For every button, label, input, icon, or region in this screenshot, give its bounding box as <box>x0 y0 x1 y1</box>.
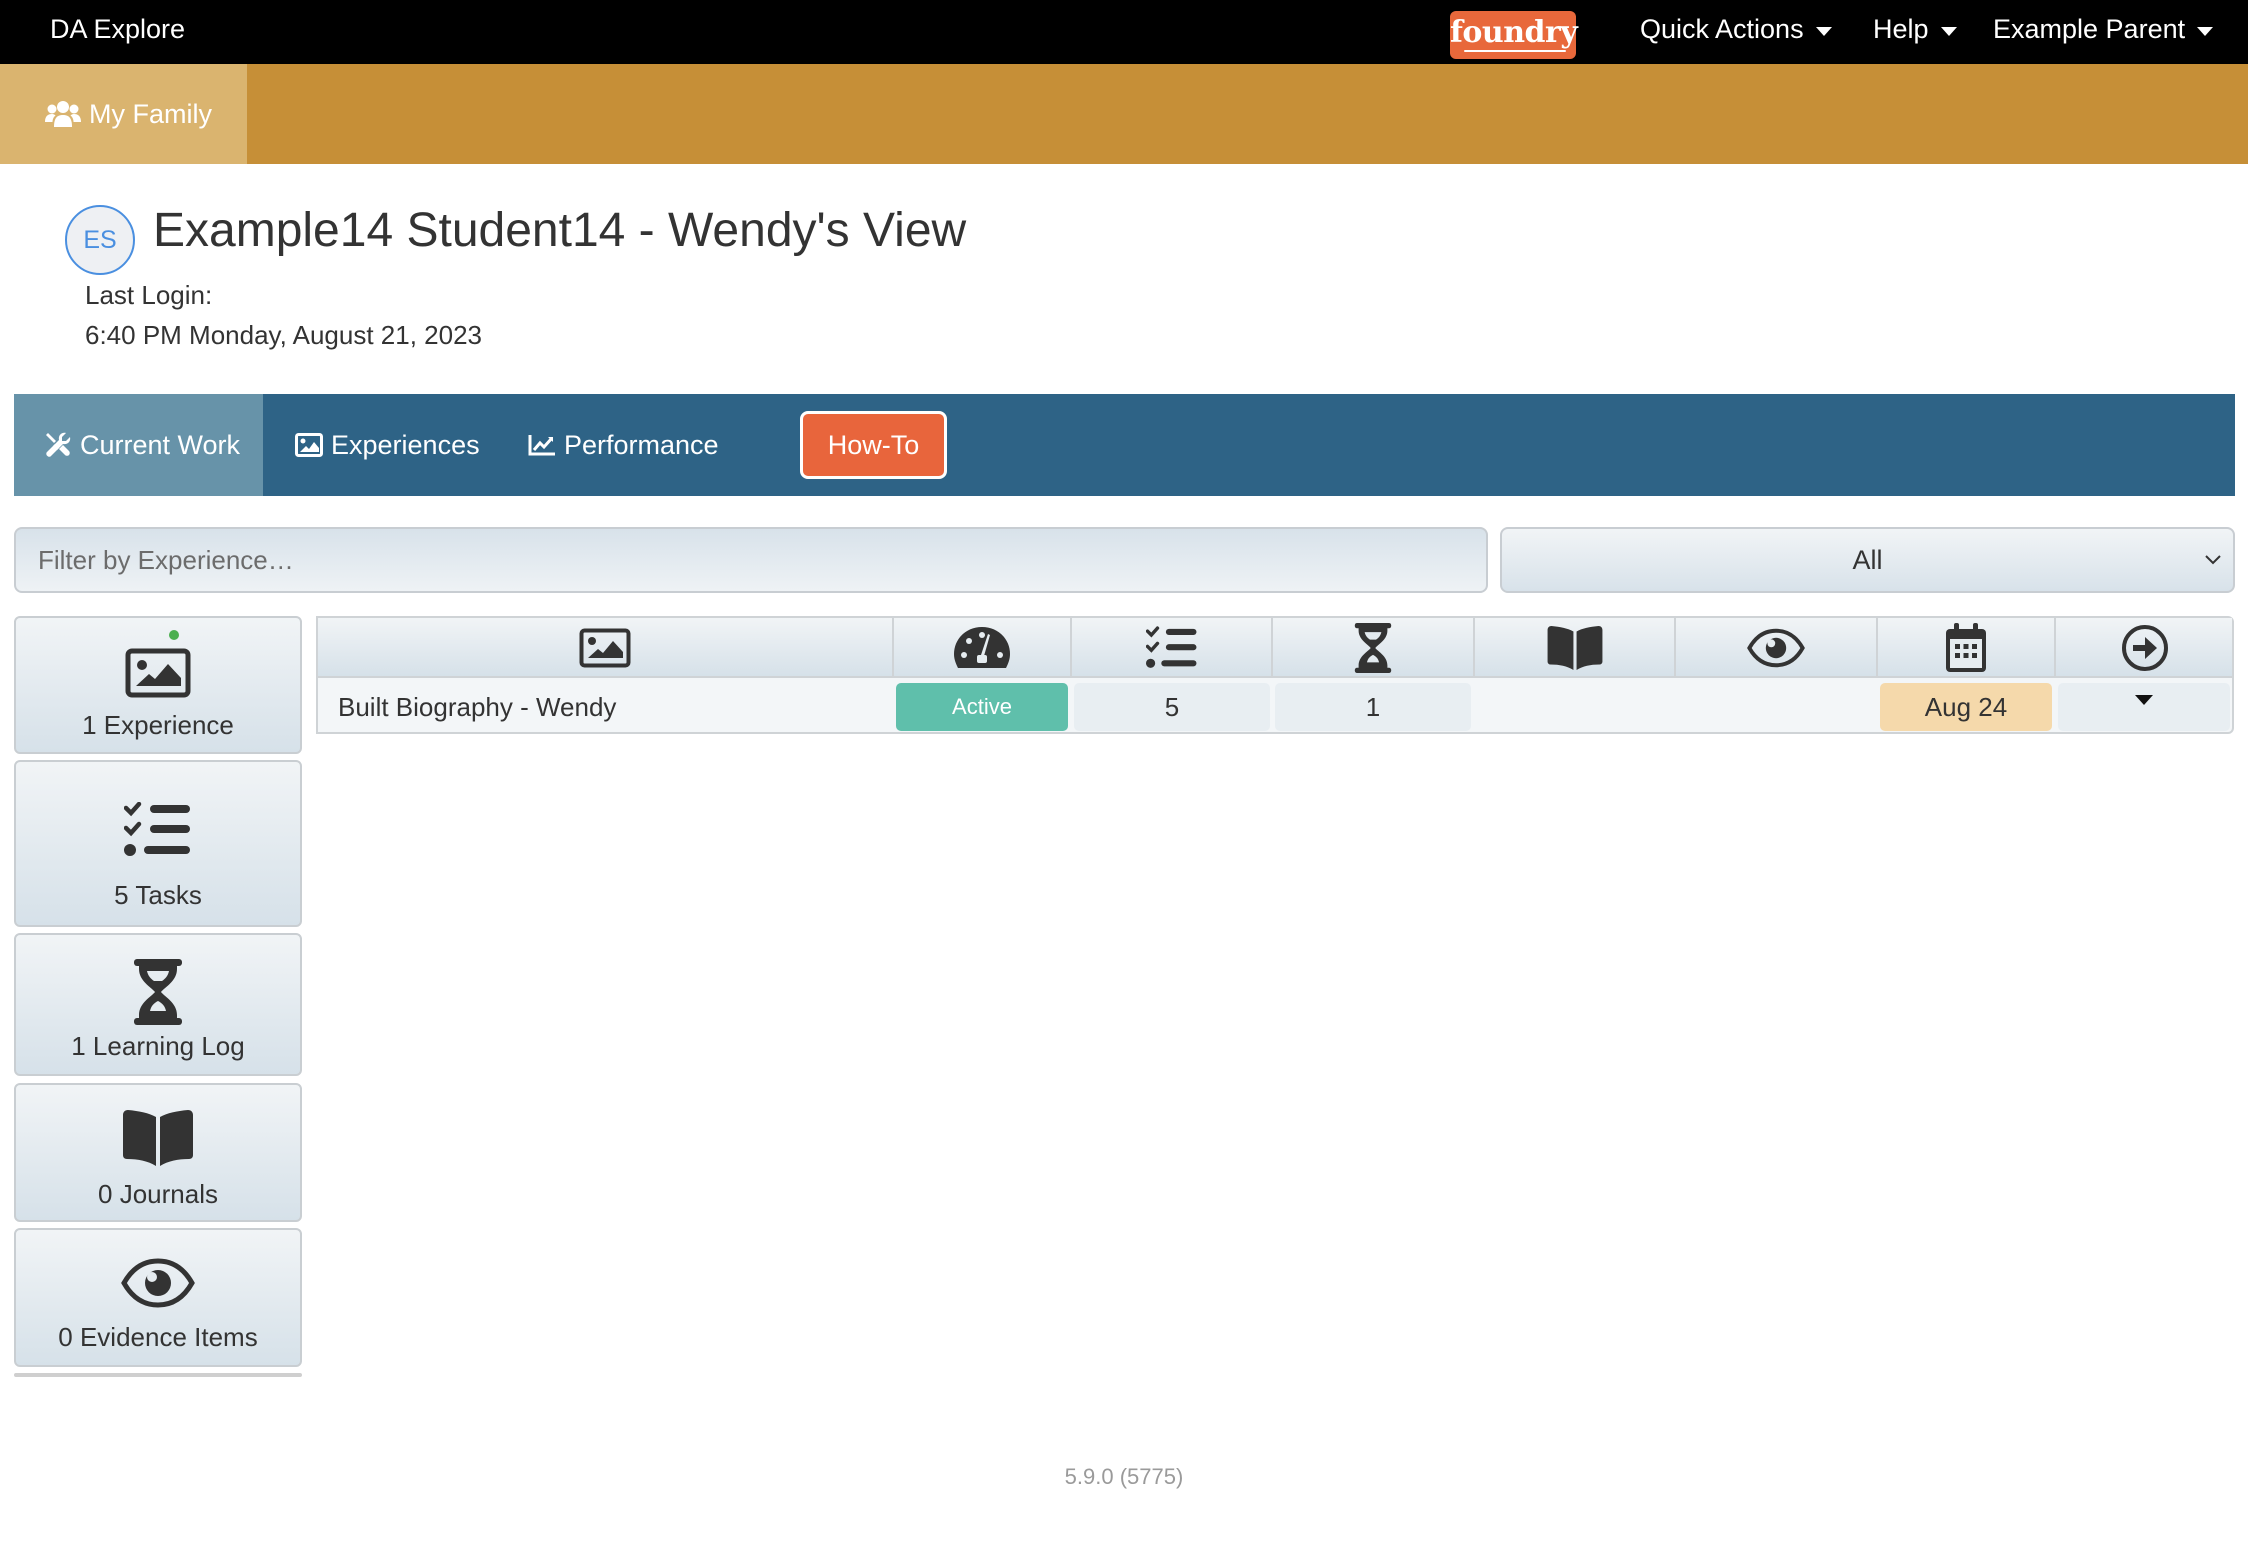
family-navbar: My Family <box>0 64 2248 164</box>
tile-label: 0 Journals <box>98 1179 218 1209</box>
hourglass-icon <box>133 959 183 1025</box>
status-filter-value: All <box>1852 544 1883 575</box>
column-header-learning-logs[interactable] <box>1273 618 1475 678</box>
top-navbar: DA Explore foundry Quick Actions Help Ex… <box>0 0 2248 64</box>
hourglass-icon <box>1354 623 1392 673</box>
user-menu-label: Example Parent <box>1993 14 2186 44</box>
tab-experiences-label: Experiences <box>331 429 480 460</box>
tile-label: 0 Evidence Items <box>58 1322 258 1352</box>
tile-label: 1 Learning Log <box>71 1031 245 1061</box>
app-version: 5.9.0 (5775) <box>1064 1464 1184 1489</box>
caret-down-icon <box>1815 26 1832 36</box>
image-icon <box>579 628 631 668</box>
student-avatar: ES <box>65 205 135 275</box>
how-to-button[interactable]: How-To <box>800 411 947 479</box>
book-open-icon <box>1546 625 1604 671</box>
tile-label: 1 Experience <box>82 710 234 740</box>
last-login-value: 6:40 PM Monday, August 21, 2023 <box>85 320 483 350</box>
tab-performance-label: Performance <box>564 429 719 460</box>
table-header <box>318 618 2232 678</box>
user-menu[interactable]: Example Parent <box>1993 14 2214 45</box>
calendar-icon <box>1944 623 1988 673</box>
app-title[interactable]: DA Explore <box>50 14 185 45</box>
row-actions-dropdown[interactable] <box>2058 683 2230 731</box>
status-filter-select[interactable]: All <box>1500 527 2235 593</box>
image-icon <box>295 433 323 457</box>
arrow-circle-right-icon <box>2121 624 2169 672</box>
sidebar-divider <box>14 1373 302 1377</box>
column-header-status[interactable] <box>894 618 1072 678</box>
summary-tile-tasks[interactable]: 5 Tasks <box>14 760 302 927</box>
experience-name[interactable]: Built Biography - Wendy <box>318 680 894 734</box>
new-indicator-dot <box>169 630 179 640</box>
experience-filter-input[interactable] <box>14 527 1488 593</box>
tasks-icon <box>1145 626 1198 670</box>
tools-icon <box>44 431 72 459</box>
eye-icon <box>121 1258 195 1308</box>
student-tabs: Current Work Experiences Performance How… <box>14 394 2235 496</box>
evidence-count <box>1678 683 1874 731</box>
users-icon <box>45 100 81 128</box>
summary-tile-learning-logs[interactable]: 1 Learning Log <box>14 933 302 1076</box>
book-open-icon <box>121 1109 195 1167</box>
gauge-icon <box>954 626 1010 670</box>
tasks-count[interactable]: 5 <box>1074 683 1270 731</box>
table-row[interactable]: Built Biography - Wendy Active 5 1 Aug 2… <box>318 680 2232 734</box>
journals-count <box>1477 683 1673 731</box>
summary-tile-journals[interactable]: 0 Journals <box>14 1083 302 1222</box>
tab-current-work[interactable]: Current Work <box>14 394 263 496</box>
caret-down-icon <box>2197 26 2214 36</box>
tab-current-work-label: Current Work <box>80 429 241 460</box>
tab-performance[interactable]: Performance <box>528 394 719 496</box>
logo-text: foundry <box>1450 15 1578 50</box>
my-family-label: My Family <box>89 98 212 129</box>
chart-line-icon <box>528 433 556 457</box>
eye-icon <box>1747 628 1805 668</box>
status-badge: Active <box>896 683 1068 731</box>
foundry-logo[interactable]: foundry <box>1450 11 1578 59</box>
column-header-journals[interactable] <box>1475 618 1676 678</box>
learning-logs-count[interactable]: 1 <box>1275 683 1471 731</box>
chevron-down-icon <box>2203 549 2223 569</box>
last-login-label: Last Login: <box>85 280 213 310</box>
column-header-experience[interactable] <box>318 618 894 678</box>
quick-actions-menu[interactable]: Quick Actions <box>1640 14 1832 45</box>
tasks-icon <box>124 802 192 858</box>
column-header-due-date[interactable] <box>1878 618 2056 678</box>
my-family-tab[interactable]: My Family <box>0 64 247 164</box>
page-title: Example14 Student14 - Wendy's View <box>153 204 967 257</box>
caret-down-icon <box>2135 695 2153 705</box>
help-label: Help <box>1873 14 1929 44</box>
caret-down-icon <box>1940 26 1957 36</box>
summary-tile-experiences[interactable]: 1 Experience <box>14 616 302 754</box>
column-header-actions[interactable] <box>2056 618 2234 678</box>
summary-tile-evidence[interactable]: 0 Evidence Items <box>14 1228 302 1367</box>
tab-experiences[interactable]: Experiences <box>295 394 480 496</box>
image-icon <box>125 648 191 698</box>
column-header-evidence[interactable] <box>1676 618 1878 678</box>
help-menu[interactable]: Help <box>1873 14 1957 45</box>
experiences-table: Built Biography - Wendy Active 5 1 Aug 2… <box>316 616 2234 734</box>
due-date-badge: Aug 24 <box>1880 683 2052 731</box>
column-header-tasks[interactable] <box>1072 618 1273 678</box>
tile-label: 5 Tasks <box>114 880 202 910</box>
quick-actions-label: Quick Actions <box>1640 14 1804 44</box>
logo-underline <box>1464 50 1566 52</box>
